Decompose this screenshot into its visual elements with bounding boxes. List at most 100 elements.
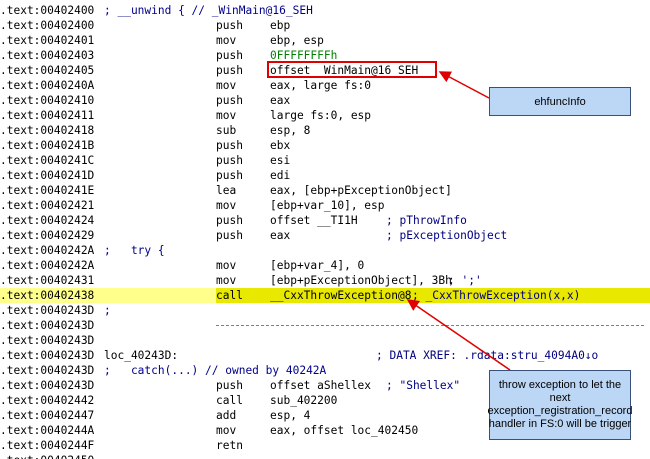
mnemonic: push xyxy=(216,94,243,107)
mnemonic: mov xyxy=(216,109,237,122)
operand-highlight-box xyxy=(267,61,437,78)
mnemonic: mov xyxy=(216,199,237,212)
address: .text:00402418 xyxy=(0,124,95,137)
operand[interactable]: esi xyxy=(270,153,290,168)
listing-row[interactable]: .text:0040241C push esi xyxy=(0,153,650,168)
instruction-comment: ; _CxxThrowException(x,x) xyxy=(412,289,581,302)
operand[interactable]: __CxxThrowException@8 xyxy=(270,288,411,303)
function-separator xyxy=(216,325,644,326)
mnemonic: mov xyxy=(216,424,237,437)
mnemonic: mov xyxy=(216,274,237,287)
operand[interactable]: esp, 8 xyxy=(270,123,310,138)
operand[interactable]: eax, [ebp+pExceptionObject] xyxy=(270,183,452,198)
address: .text:0040241E xyxy=(0,184,95,197)
address: .text:00402447 xyxy=(0,409,95,422)
address: .text:0040243D xyxy=(0,319,95,332)
directive-comment: ; try { xyxy=(104,244,165,257)
address: .text:00402429 xyxy=(0,229,95,242)
address: .text:0040242A xyxy=(0,244,95,257)
address: .text:0040241D xyxy=(0,169,95,182)
mnemonic: sub xyxy=(216,124,237,137)
address: .text:00402411 xyxy=(0,109,95,122)
address: .text:00402400 xyxy=(0,4,95,17)
listing-row[interactable]: .text:0040241B push ebx xyxy=(0,138,650,153)
code-label[interactable]: loc_40243D: xyxy=(104,348,178,363)
operand[interactable]: large fs:0, esp xyxy=(270,108,371,123)
address: .text:0040240A xyxy=(0,79,95,92)
operand[interactable]: eax, offset loc_402450 xyxy=(270,423,418,438)
listing-row[interactable]: .text:00402401 mov ebp, esp xyxy=(0,33,650,48)
listing-row[interactable]: .text:00402424 push offset __TI1H ; pThrowI… xyxy=(0,213,650,228)
operand[interactable]: sub_402200 xyxy=(270,393,337,408)
listing-row[interactable]: .text:00402400 push ebp xyxy=(0,18,650,33)
operand[interactable]: ebx xyxy=(270,138,290,153)
address: .text:00402410 xyxy=(0,94,95,107)
address: .text:00402438 xyxy=(0,289,95,302)
listing-row[interactable]: .text:00402438 call __CxxThrowException@8;… xyxy=(0,288,650,303)
mnemonic: push xyxy=(216,169,243,182)
operand[interactable]: eax xyxy=(270,228,290,243)
listing-row[interactable]: .text:0040243D; xyxy=(0,303,650,318)
listing-row[interactable]: .text:0040243D xyxy=(0,333,650,348)
operand[interactable]: offset __TI1H xyxy=(270,213,358,228)
mnemonic: add xyxy=(216,409,237,422)
address: .text:0040243D xyxy=(0,349,95,362)
listing-row[interactable]: .text:0040242A ; try { xyxy=(0,243,650,258)
listing-row[interactable]: .text:00402429 push eax ; pExceptionObject xyxy=(0,228,650,243)
mnemonic: push xyxy=(216,214,243,227)
listing-row[interactable]: .text:0040241E lea eax, [ebp+pExceptionObj… xyxy=(0,183,650,198)
mnemonic: mov xyxy=(216,34,237,47)
address: .text:0040244A xyxy=(0,424,95,437)
operand[interactable]: edi xyxy=(270,168,290,183)
mnemonic: push xyxy=(216,229,243,242)
address: .text:0040243D xyxy=(0,334,95,347)
listing-row[interactable]: .text:0040244F retn xyxy=(0,438,650,453)
listing-row[interactable]: .text:00402431 mov [ebp+pExceptionObject],… xyxy=(0,273,650,288)
address: .text:00402442 xyxy=(0,394,95,407)
operand[interactable]: eax xyxy=(270,93,290,108)
mnemonic: push xyxy=(216,139,243,152)
instruction-comment: ; pThrowInfo xyxy=(386,214,467,227)
address: .text:0040242A xyxy=(0,259,95,272)
xref-comment: ; DATA XREF: .rdata:stru_4094A0↓o xyxy=(376,349,599,362)
operand[interactable]: ebp xyxy=(270,18,290,33)
operand[interactable]: [ebp+var_4], 0 xyxy=(270,258,364,273)
listing-row[interactable]: .text:0040243D xyxy=(0,318,650,333)
mnemonic: retn xyxy=(216,439,243,452)
listing-row[interactable]: .text:0040243D loc_40243D: ; DATA XREF: .r… xyxy=(0,348,650,363)
mnemonic: mov xyxy=(216,79,237,92)
address: .text:0040243D xyxy=(0,304,95,317)
throw-exception-callout-text: throw exception to let the next exceptio… xyxy=(487,379,633,430)
address: .text:0040243D xyxy=(0,364,95,377)
listing-row[interactable]: .text:0040241D push edi xyxy=(0,168,650,183)
listing-row[interactable]: .text:0040242A mov [ebp+var_4], 0 xyxy=(0,258,650,273)
mnemonic: push xyxy=(216,379,243,392)
mnemonic: push xyxy=(216,64,243,77)
mnemonic: call xyxy=(216,394,243,407)
mnemonic: push xyxy=(216,19,243,32)
operand[interactable]: eax, large fs:0 xyxy=(270,78,371,93)
address: .text:00402405 xyxy=(0,64,95,77)
operand[interactable]: offset aShellex xyxy=(270,378,371,393)
listing-row[interactable]: .text:00402418 sub esp, 8 xyxy=(0,123,650,138)
ehfuncinfo-callout: ehfuncInfo xyxy=(489,87,631,116)
instruction-comment: ; pExceptionObject xyxy=(386,229,508,242)
address: .text:00402403 xyxy=(0,49,95,62)
listing-row[interactable]: .text:00402450 xyxy=(0,453,650,459)
address: .text:0040243D xyxy=(0,379,95,392)
listing-row[interactable]: .text:00402421 mov [ebp+var_10], esp xyxy=(0,198,650,213)
directive-comment: ; catch(...) // owned by 40242A xyxy=(104,364,327,377)
operand[interactable]: [ebp+pExceptionObject], 3Bh xyxy=(270,273,452,288)
address: .text:00402421 xyxy=(0,199,95,212)
address: .text:0040241B xyxy=(0,139,95,152)
mnemonic: mov xyxy=(216,259,237,272)
mnemonic: call xyxy=(216,289,243,302)
operand[interactable]: esp, 4 xyxy=(270,408,310,423)
operand[interactable]: ebp, esp xyxy=(270,33,324,48)
operand[interactable]: [ebp+var_10], esp xyxy=(270,198,385,213)
mnemonic: push xyxy=(216,154,243,167)
instruction-comment: ; "Shellex" xyxy=(386,379,461,392)
listing-row[interactable]: .text:00402400 ; __unwind { // _WinMain@1… xyxy=(0,3,650,18)
mnemonic: push xyxy=(216,49,243,62)
instruction-comment: ; ';' xyxy=(448,274,482,287)
